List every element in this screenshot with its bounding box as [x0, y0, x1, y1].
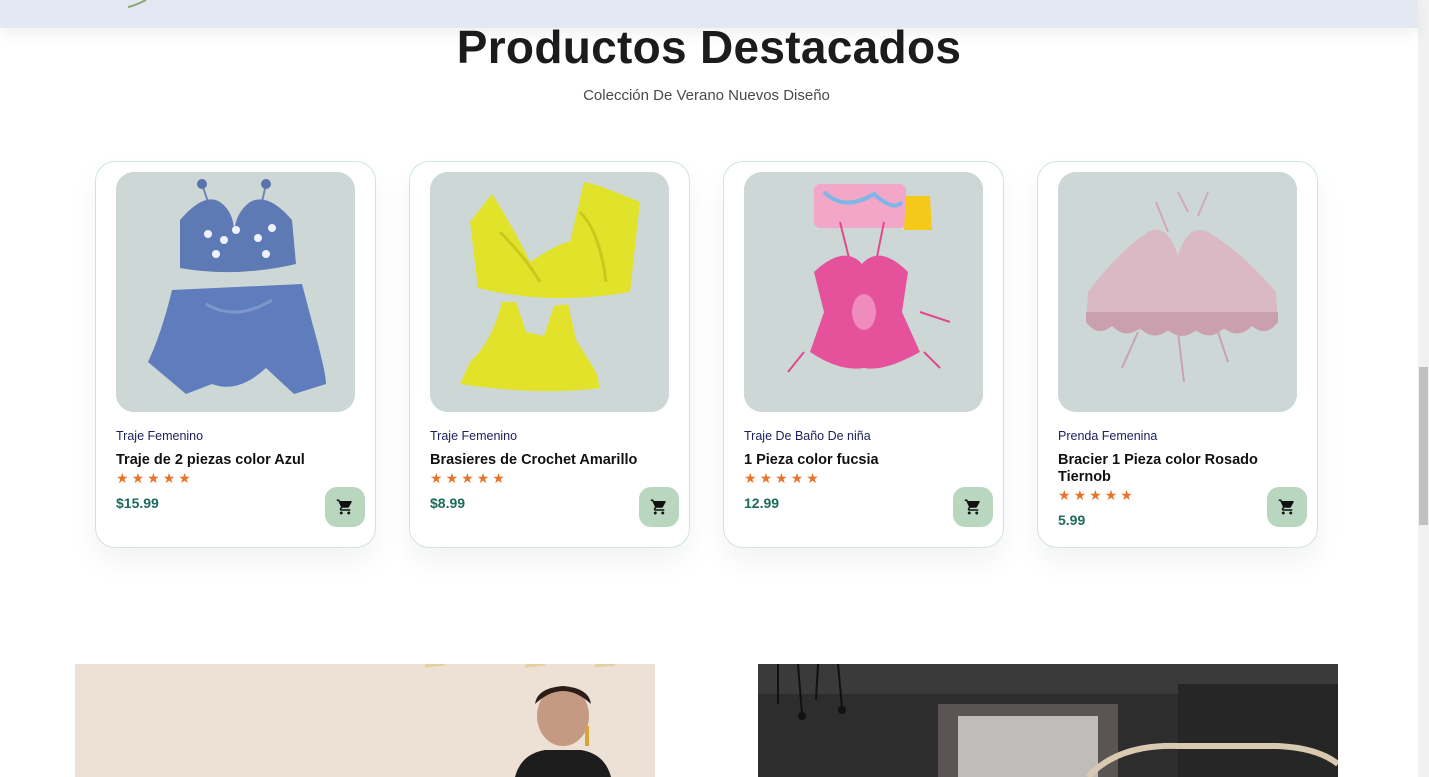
star-icon: ★ [759, 470, 773, 486]
product-price: 12.99 [744, 495, 780, 511]
page-scrollbar[interactable] [1418, 0, 1429, 777]
product-rating: ★ ★ ★ ★ ★ [116, 471, 191, 485]
rose-crochet-top-image [1058, 172, 1297, 412]
star-icon: ★ [1089, 487, 1102, 503]
cart-icon [650, 499, 666, 515]
star-icon: ★ [178, 470, 191, 486]
star-icon: ★ [162, 470, 176, 486]
star-icon: ★ [1120, 487, 1133, 503]
promo-banner-left[interactable] [75, 664, 655, 777]
product-name[interactable]: Bracier 1 Pieza color Rosado Tiernob [1058, 452, 1278, 486]
star-icon: ★ [806, 470, 819, 486]
star-icon: ★ [476, 470, 490, 486]
cart-icon [964, 499, 980, 515]
cart-icon [1278, 499, 1294, 515]
blue-crochet-set-image [116, 172, 355, 412]
product-rating: ★ ★ ★ ★ ★ [1058, 488, 1133, 502]
scrollbar-thumb[interactable] [1419, 367, 1428, 525]
product-image[interactable] [744, 172, 983, 412]
product-price: $8.99 [430, 495, 466, 511]
product-price: $15.99 [116, 495, 159, 511]
product-category: Prenda Femenina [1058, 429, 1158, 443]
section-title: Productos Destacados [456, 21, 962, 73]
product-card[interactable]: Traje De Baño De niña 1 Pieza color fucs… [723, 161, 1004, 548]
model-photo-image [75, 664, 655, 777]
star-icon: ★ [461, 470, 474, 486]
product-category: Traje Femenino [116, 429, 204, 443]
product-card[interactable]: Traje Femenino Traje de 2 piezas color A… [95, 161, 376, 548]
product-card[interactable]: Traje Femenino Brasieres de Crochet Amar… [409, 161, 690, 548]
product-name[interactable]: Brasieres de Crochet Amarillo [430, 452, 650, 469]
pink-swimsuit-image [744, 172, 983, 412]
add-to-cart-button[interactable] [1267, 487, 1307, 527]
star-icon: ★ [1058, 487, 1071, 503]
product-category: Traje Femenino [430, 429, 518, 443]
product-name[interactable]: Traje de 2 piezas color Azul [116, 452, 336, 469]
product-category: Traje De Baño De niña [744, 429, 871, 443]
add-to-cart-button[interactable] [325, 487, 365, 527]
star-icon: ★ [116, 470, 129, 486]
interior-photo-image [758, 664, 1338, 777]
product-image[interactable] [1058, 172, 1297, 412]
add-to-cart-button[interactable] [639, 487, 679, 527]
section-subtitle: Colección De Verano Nuevos Diseño [583, 87, 830, 104]
cart-icon [336, 499, 352, 515]
product-card[interactable]: Prenda Femenina Bracier 1 Pieza color Ro… [1037, 161, 1318, 548]
site-header-bar [0, 0, 1418, 28]
product-image[interactable] [116, 172, 355, 412]
star-icon: ★ [445, 470, 459, 486]
star-icon: ★ [131, 470, 145, 486]
yellow-crochet-bras-image [430, 172, 669, 412]
product-price: 5.99 [1058, 512, 1086, 528]
star-icon: ★ [775, 470, 788, 486]
logo-leaf-icon [127, 0, 147, 8]
product-name[interactable]: 1 Pieza color fucsia [744, 452, 964, 469]
promo-banner-right[interactable] [758, 664, 1338, 777]
product-rating: ★ ★ ★ ★ ★ [430, 471, 505, 485]
product-image[interactable] [430, 172, 669, 412]
star-icon: ★ [147, 470, 160, 486]
star-icon: ★ [430, 470, 443, 486]
star-icon: ★ [790, 470, 804, 486]
star-icon: ★ [1104, 487, 1118, 503]
add-to-cart-button[interactable] [953, 487, 993, 527]
product-rating: ★ ★ ★ ★ ★ [744, 471, 819, 485]
star-icon: ★ [492, 470, 505, 486]
star-icon: ★ [744, 470, 757, 486]
star-icon: ★ [1073, 487, 1087, 503]
